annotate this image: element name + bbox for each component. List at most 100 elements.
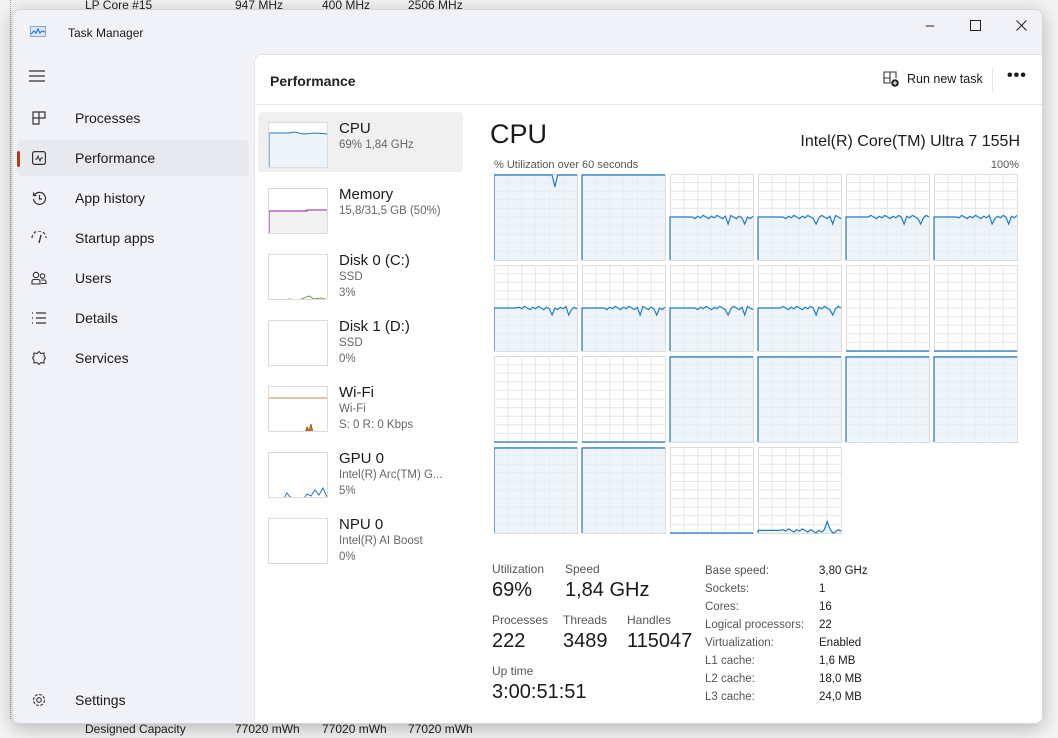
core-graph [845,356,930,443]
core-utilization-area [934,357,1017,442]
sidebar-item-label: Startup apps [75,230,155,246]
gear-icon [31,692,47,708]
run-new-task-button[interactable]: Run new task [883,71,983,87]
maximize-button[interactable] [952,10,998,40]
spec-value: 18,0 MB [819,673,862,685]
resource-item[interactable]: Memory 15,8/31,5 GB (50%) [258,178,463,238]
core-graph [845,174,930,261]
core-graph [669,356,754,443]
threads-label: Threads [563,613,608,627]
spec-label: Logical processors: [705,619,805,631]
resource-item[interactable]: CPU 69% 1,84 GHz [258,112,463,172]
core-utilization-area [582,448,665,533]
more-options-button[interactable]: ••• [1007,67,1027,85]
bg-text: 77020 mWh [322,722,387,736]
cpu-title: CPU [490,119,548,149]
close-icon [1015,19,1027,31]
spec-row: L1 cache: 1,6 MB [705,652,868,670]
sidebar-item-performance[interactable]: Performance [17,140,249,176]
spec-label: L2 cache: [705,673,755,685]
spec-value: 22 [819,619,832,631]
resource-item[interactable]: NPU 0 Intel(R) AI Boost 0% [258,508,463,568]
core-graph [494,356,578,443]
window-title: Task Manager [68,26,144,40]
users-icon [31,270,47,286]
resource-name: GPU 0 [339,450,385,467]
graph-max-label: 100% [990,159,1019,171]
core-utilization-area [582,306,665,351]
uptime-value: 3:00:51:51 [492,681,587,703]
resource-thumbnail-graph [268,518,328,564]
panel-header: Performance Run new task ••• [255,55,1042,105]
core-utilization-area [758,306,841,351]
core-graph [581,174,666,261]
performance-panel: Performance Run new task ••• CPU 69% 1,8… [254,54,1042,723]
sidebar-item-startup-apps[interactable]: Startup apps [17,220,249,256]
hamburger-icon[interactable] [29,70,45,82]
sidebar-item-app-history[interactable]: App history [17,180,249,216]
core-graph [934,265,1018,352]
resource-item[interactable]: Disk 1 (D:) SSD 0% [258,310,463,370]
sidebar-item-details[interactable]: Details [17,300,249,336]
sidebar-item-label: Processes [75,110,141,126]
resource-thumbnail-graph [268,122,328,168]
core-utilization-area [670,215,753,260]
core-utilization-area [494,306,577,351]
cpu-core-graphs [494,174,1018,534]
sidebar-item-label: App history [75,190,146,206]
minimize-button[interactable]: – [907,10,953,40]
speed-label: Speed [565,562,600,576]
sidebar-item-services[interactable]: Services [17,340,249,376]
resource-item[interactable]: Disk 0 (C:) SSD 3% [258,244,463,304]
cpu-model: Intel(R) Core(TM) Ultra 7 155H [800,133,1020,150]
processes-label: Processes [492,613,549,627]
resource-name: Memory [339,186,394,203]
page-title: Performance [270,73,356,89]
core-graph [933,174,1018,261]
bg-text: 77020 mWh [235,722,300,736]
startup-icon [31,230,47,246]
resource-name: CPU [339,120,371,137]
core-utilization-area [670,357,753,442]
core-graph [581,265,666,352]
task-manager-app-icon [30,26,46,37]
resource-thumbnail-graph [268,452,328,498]
resource-item[interactable]: GPU 0 Intel(R) Arc(TM) G... 5% [258,442,463,502]
resource-detail: 5% [339,485,356,497]
spec-value: 16 [819,601,832,613]
sidebar-item-settings[interactable]: Settings [17,682,249,718]
spec-label: Virtualization: [705,637,774,649]
title-bar[interactable]: Task Manager – [13,10,1042,54]
spec-row: Logical processors: 22 [705,616,868,634]
resource-detail: 0% [339,353,356,365]
spec-value: 1 [819,583,826,595]
core-graph [494,447,578,534]
handles-label: Handles [627,613,672,627]
sidebar-item-label: Performance [75,150,156,166]
spec-label: Base speed: [705,565,769,577]
close-button[interactable] [998,10,1042,40]
maximize-icon [969,19,981,31]
core-utilization-area [494,448,577,533]
resource-item[interactable]: Wi-Fi Wi-Fi S: 0 R: 0 Kbps [258,376,463,436]
core-graph [757,265,842,352]
spec-label: Cores: [705,601,739,613]
resource-detail: Intel(R) AI Boost [339,535,423,547]
run-task-icon [883,71,899,87]
core-graph [846,265,930,352]
spec-row: L2 cache: 18,0 MB [705,670,868,688]
sidebar-item-processes[interactable]: Processes [17,100,249,136]
spec-row: Sockets: 1 [705,580,868,598]
sidebar-item-users[interactable]: Users [17,260,249,296]
utilization-value: 69% [492,579,533,601]
sidebar-item-label: Details [75,310,118,326]
threads-value: 3489 [563,630,608,652]
speed-value: 1,84 GHz [565,579,650,601]
spec-row: Base speed: 3,80 GHz [705,562,868,580]
details-icon [31,310,47,326]
uptime-label: Up time [492,664,534,678]
spec-label: Sockets: [705,583,750,595]
resource-detail: 0% [339,551,356,563]
spec-row: Virtualization: Enabled [705,634,868,652]
resource-detail: 3% [339,287,356,299]
